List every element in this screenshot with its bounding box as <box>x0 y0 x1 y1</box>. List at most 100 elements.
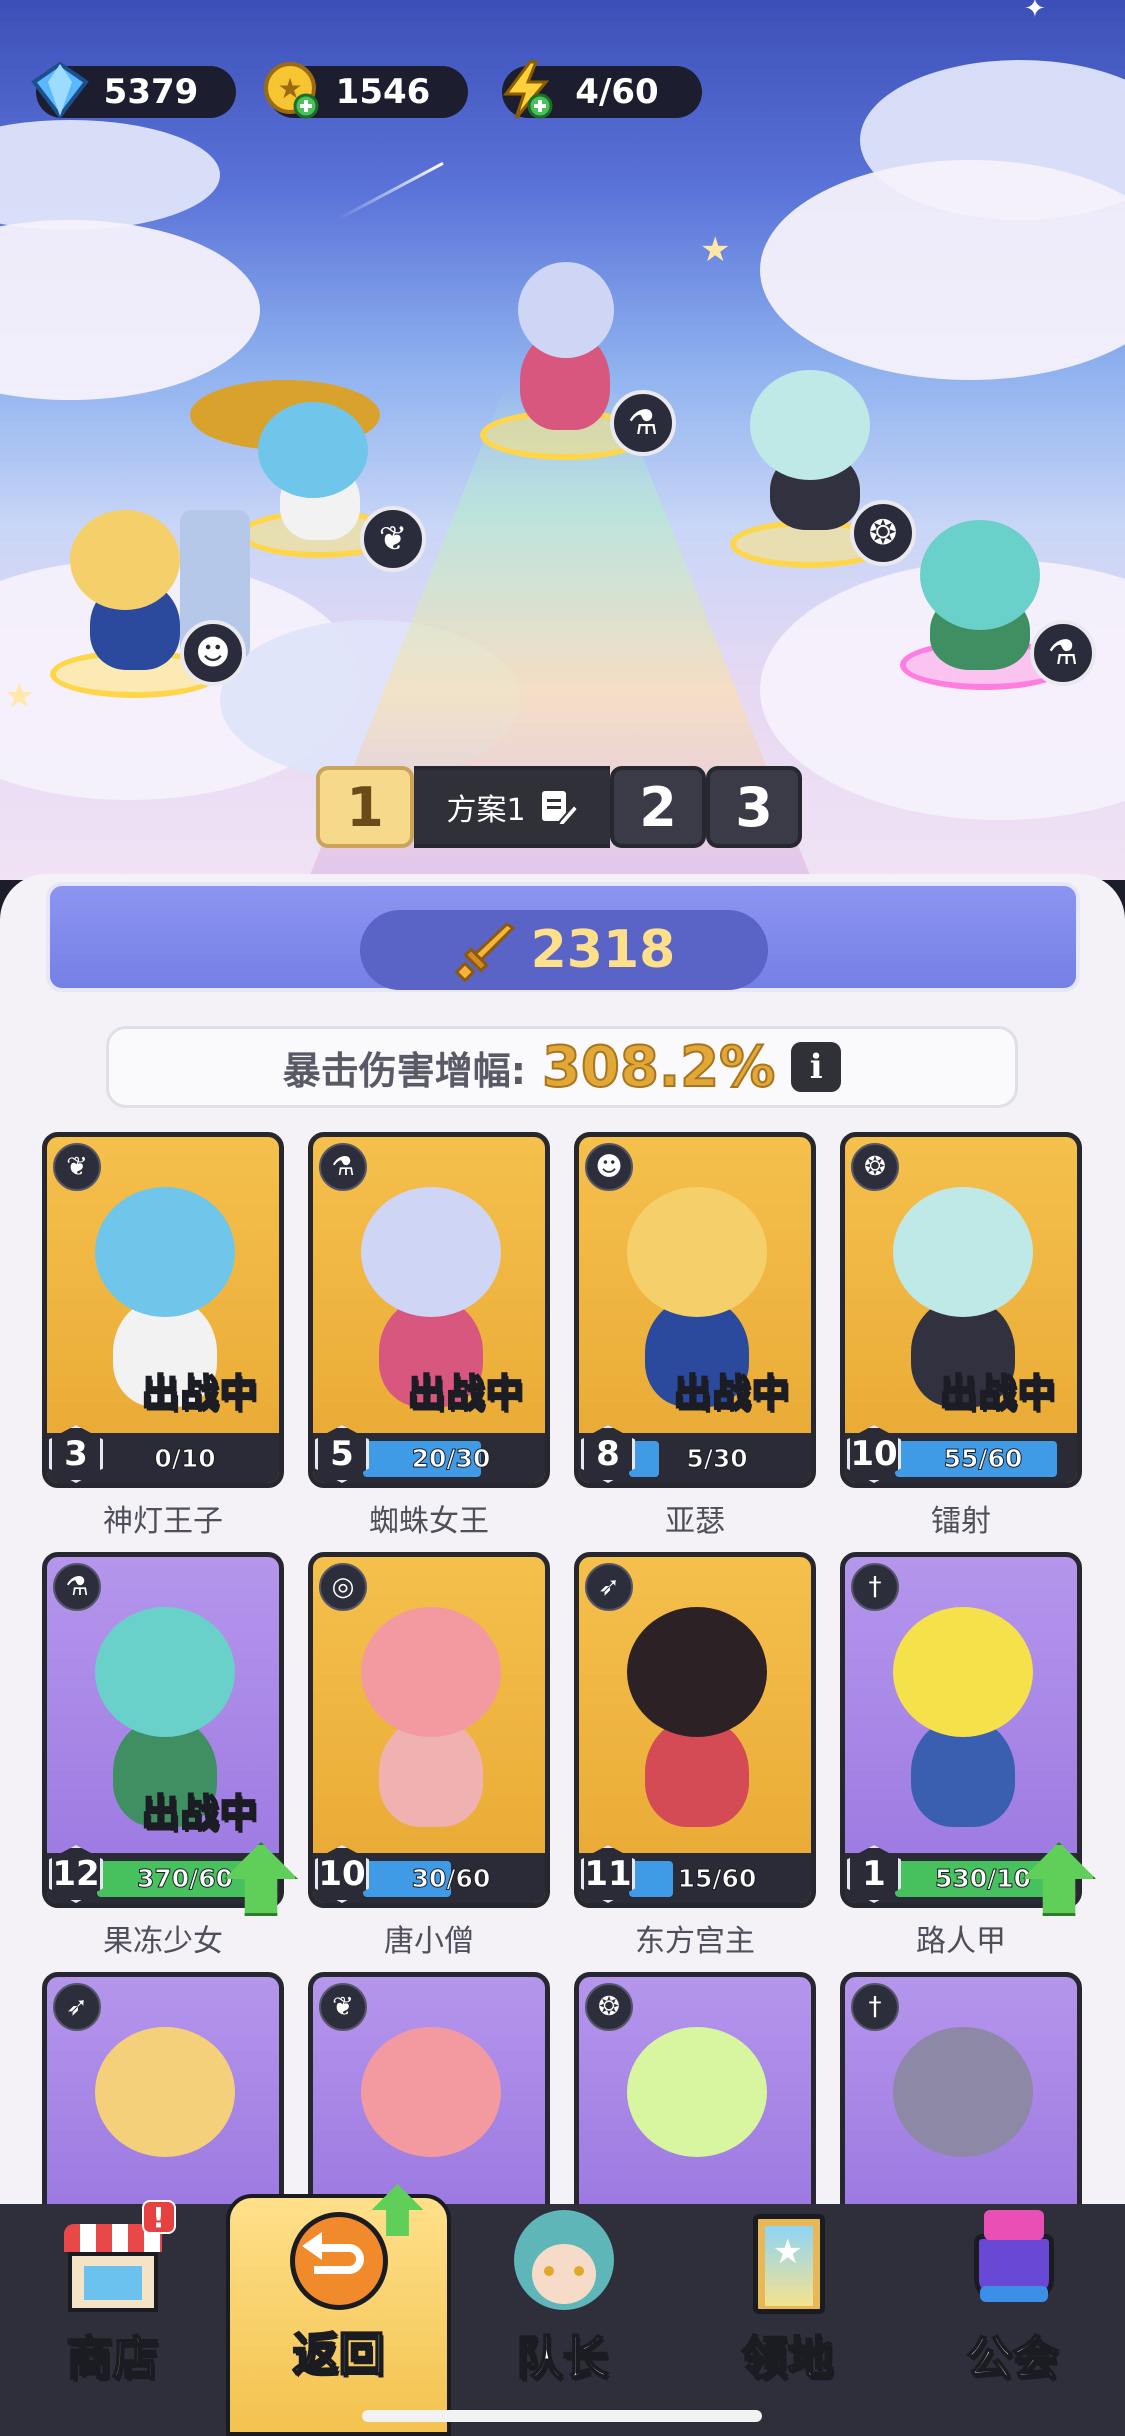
stage-hero-jelly-girl[interactable]: ⚗ <box>880 510 1100 710</box>
scheme-tabs: 1 方案1 2 3 <box>316 766 802 848</box>
staff-icon: ❂ <box>585 1983 633 2031</box>
hero-card[interactable]: † <box>840 1972 1082 2232</box>
home-indicator <box>362 2410 762 2422</box>
hero-portrait-head <box>95 1187 235 1317</box>
hero-head <box>70 510 180 610</box>
gold-value: 1546 <box>335 72 431 112</box>
diamond-counter[interactable]: 5379 <box>31 61 236 120</box>
crit-damage-row: 暴击伤害增幅: 308.2% i <box>106 1026 1018 1108</box>
hero-card[interactable]: † 530/10 1 <box>840 1552 1082 1908</box>
deployed-badge-text: 出 <box>140 1370 181 1416</box>
crit-label: 暴击伤害增幅: <box>282 1048 526 1093</box>
hero-card[interactable]: ➶ 15/60 11 <box>574 1552 816 1908</box>
hero-name: 果冻少女 <box>103 1924 223 1959</box>
deployed-badge-text: 出 <box>406 1370 447 1416</box>
hero-card[interactable]: ➶ <box>42 1972 284 2232</box>
nav-return[interactable]: 返回 <box>226 2184 451 2436</box>
sword-icon <box>454 922 515 982</box>
notification-badge: ! <box>141 2200 176 2234</box>
hero-card[interactable]: ❦ <box>308 1972 550 2232</box>
hero-card[interactable]: ☻ 出战中 5/30 8 <box>574 1132 816 1488</box>
wing-icon: ❦ <box>319 1983 367 2031</box>
hero-name: 唐小僧 <box>384 1924 474 1959</box>
potion-icon: ⚗ <box>53 1563 101 1611</box>
diamond-icon <box>31 61 89 120</box>
scheme-tab-3[interactable]: 3 <box>706 766 802 848</box>
sword-icon: † <box>851 1563 899 1611</box>
hero-head <box>258 402 368 498</box>
hero-card[interactable]: ❂ 出战中 55/60 10 <box>840 1132 1082 1488</box>
scheme-tab-1[interactable]: 1 <box>316 766 414 848</box>
bottom-nav: ! 商店 返回 队长 ★ 领地 公会 <box>0 2184 1125 2436</box>
stage-hero-arthur[interactable]: ☻ <box>30 490 270 700</box>
star-icon: ★ <box>700 230 731 270</box>
hero-card[interactable]: ⚗ 出战中 370/60 12 <box>42 1552 284 1908</box>
hero-card[interactable]: ◎ 30/60 10 <box>308 1552 550 1908</box>
deployed-badge: 出战中 <box>923 1361 1073 1417</box>
deployed-badge-text: 战中 <box>977 1370 1057 1416</box>
deployed-badge-text: 战中 <box>711 1370 791 1416</box>
diamond-value: 5379 <box>103 72 199 112</box>
deployed-badge-text: 出 <box>672 1370 713 1416</box>
hero-portrait-head <box>361 1187 501 1317</box>
hero-head <box>920 520 1040 630</box>
demon-icon: ☻ <box>585 1143 633 1191</box>
hero-portrait-head <box>361 2027 501 2157</box>
deployed-badge: 出战中 <box>657 1361 807 1417</box>
hero-name: 路人甲 <box>916 1924 1006 1959</box>
info-icon[interactable]: i <box>791 1042 842 1092</box>
hero-card[interactable]: ⚗ 出战中 20/30 5 <box>308 1132 550 1488</box>
hero-name: 镭射 <box>931 1504 991 1539</box>
potion-icon: ⚗ <box>319 1143 367 1191</box>
hero-portrait-head <box>627 1607 767 1737</box>
scheme-tab-2[interactable]: 2 <box>610 766 706 848</box>
lightning-icon <box>503 60 553 119</box>
shop-icon: ! <box>54 2200 176 2314</box>
power-value: 2318 <box>530 920 676 980</box>
wing-icon: ❦ <box>360 506 426 572</box>
hero-head <box>750 370 870 480</box>
bow-icon: ➶ <box>585 1563 633 1611</box>
territory-icon: ★ <box>729 2204 847 2314</box>
shard-progress-text: 30/60 <box>411 1863 491 1893</box>
nav-captain[interactable]: 队长 <box>450 2204 675 2436</box>
nav-guild[interactable]: 公会 <box>900 2204 1125 2436</box>
nav-guild-label: 公会 <box>966 2330 1060 2386</box>
shooting-star <box>336 162 444 221</box>
deployed-badge-text: 出 <box>938 1370 979 1416</box>
captain-icon <box>504 2204 622 2314</box>
team-power: 2318 <box>360 910 768 990</box>
deployed-badge: 出战中 <box>125 1781 275 1837</box>
hero-card[interactable]: ❦ 出战中 0/10 3 <box>42 1132 284 1488</box>
hero-card[interactable]: ❂ <box>574 1972 816 2232</box>
hero-name: 东方宫主 <box>635 1924 755 1959</box>
star-icon: ✦ <box>1024 0 1046 24</box>
deployed-badge-text: 战中 <box>179 1790 259 1836</box>
hero-portrait-head <box>627 2027 767 2157</box>
wing-icon: ❦ <box>53 1143 101 1191</box>
hero-portrait-head <box>893 1607 1033 1737</box>
gold-counter[interactable]: ★ 1546 <box>264 62 468 119</box>
energy-counter[interactable]: 4/60 <box>502 60 702 119</box>
stage-hero-spider-queen[interactable]: ⚗ <box>480 240 676 460</box>
demon-icon: ☻ <box>180 620 246 686</box>
nav-shop[interactable]: ! 商店 <box>0 2200 225 2436</box>
hero-name: 亚瑟 <box>665 1504 725 1539</box>
staff-icon: ❂ <box>851 1143 899 1191</box>
hero-panel: 2318 暴击伤害增幅: 308.2% i ❦ 出战中 0/10 3 神灯王子 ⚗ 出战中 2… <box>0 874 1125 2232</box>
battle-scene: ★ ★ ✦ 5379 ★ 1546 4/60 ⚗ ❦ ☻ ❂ ⚗ 1 方案1 2… <box>0 0 1125 880</box>
scheme-name[interactable]: 方案1 <box>414 766 610 848</box>
deployed-badge: 出战中 <box>391 1361 541 1417</box>
nav-captain-label: 队长 <box>516 2330 610 2386</box>
nav-territory[interactable]: ★ 领地 <box>675 2204 900 2436</box>
return-icon <box>280 2184 424 2310</box>
crit-value: 308.2% <box>541 1034 776 1101</box>
bow-icon: ➶ <box>53 1983 101 2031</box>
hero-portrait-head <box>893 1187 1033 1317</box>
deployed-badge-text: 出 <box>140 1790 181 1836</box>
hero-name: 神灯王子 <box>103 1504 223 1539</box>
swirl-icon: ◎ <box>319 1563 367 1611</box>
shard-progress-text: 15/60 <box>677 1863 757 1893</box>
energy-value: 4/60 <box>575 72 659 112</box>
shard-progress-text: 0/10 <box>154 1443 216 1473</box>
